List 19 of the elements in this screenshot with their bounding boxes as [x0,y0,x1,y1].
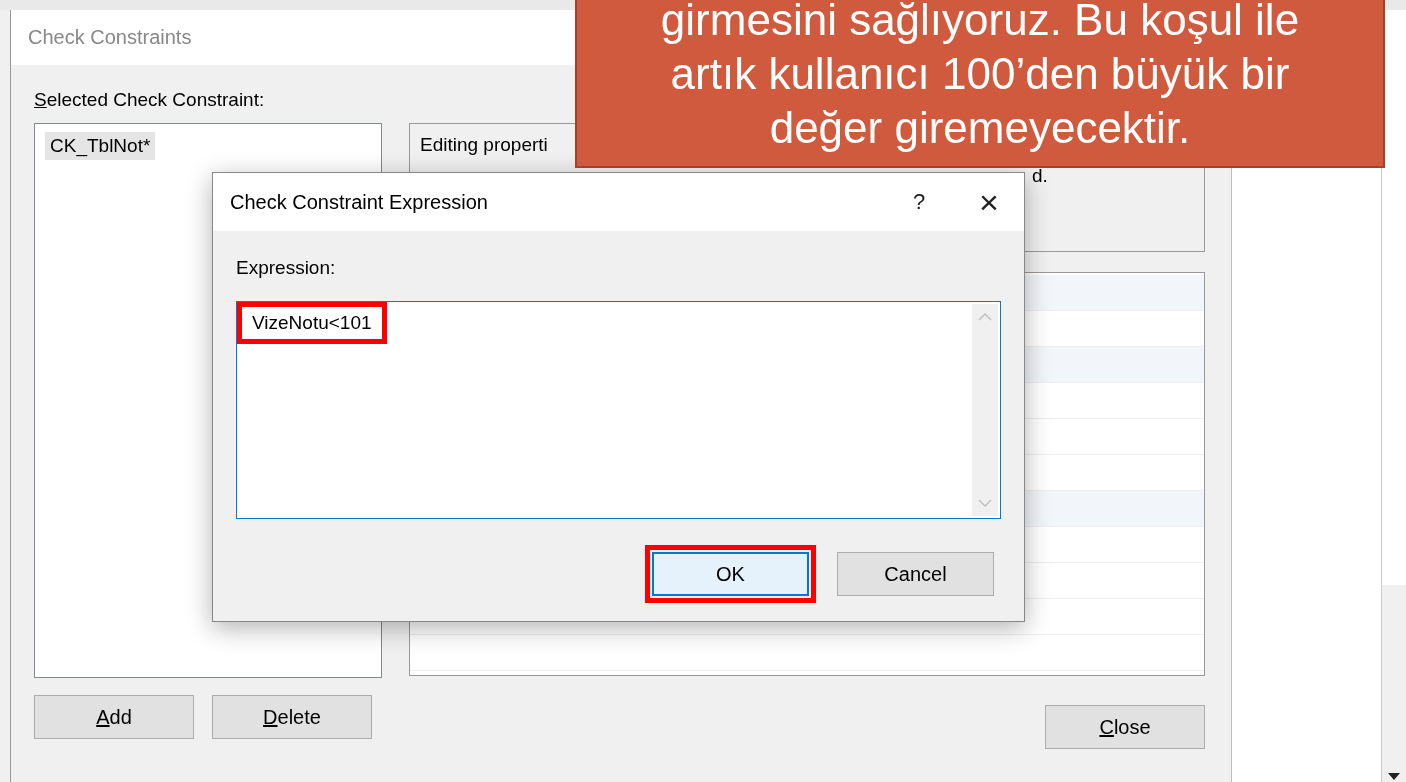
list-label: Selected Check Constraint: [34,89,266,111]
expression-value: VizeNotu<101 [252,312,372,333]
dialog-button[interactable]: Delete [212,695,372,739]
scroll-down-icon[interactable] [978,499,992,508]
scrollbar[interactable] [972,304,998,516]
list-item[interactable]: CK_TblNot* [45,132,156,160]
expression-field[interactable]: VizeNotu<101 [236,301,1001,519]
help-button[interactable]: ? [884,173,954,231]
field-label: Expression: [236,257,337,279]
dialog-button[interactable]: Add [34,695,194,739]
down-arrow-icon[interactable] [1388,773,1400,780]
callout-text: girmesini sağlıyoruz. Bu koşul ile artık kullanıcı 100’den büyük bir değer giremeyecektir. [575,0,1385,168]
description-text: Editing properti [420,133,548,157]
dialog-title: Check Constraint Expression [230,190,489,214]
close-button[interactable]: × [954,173,1024,231]
scroll-up-icon[interactable] [978,312,992,321]
dialog-button[interactable]: OK [652,552,809,596]
dialog-button[interactable]: Cancel [837,552,994,596]
close-button[interactable]: Close [1045,705,1205,749]
